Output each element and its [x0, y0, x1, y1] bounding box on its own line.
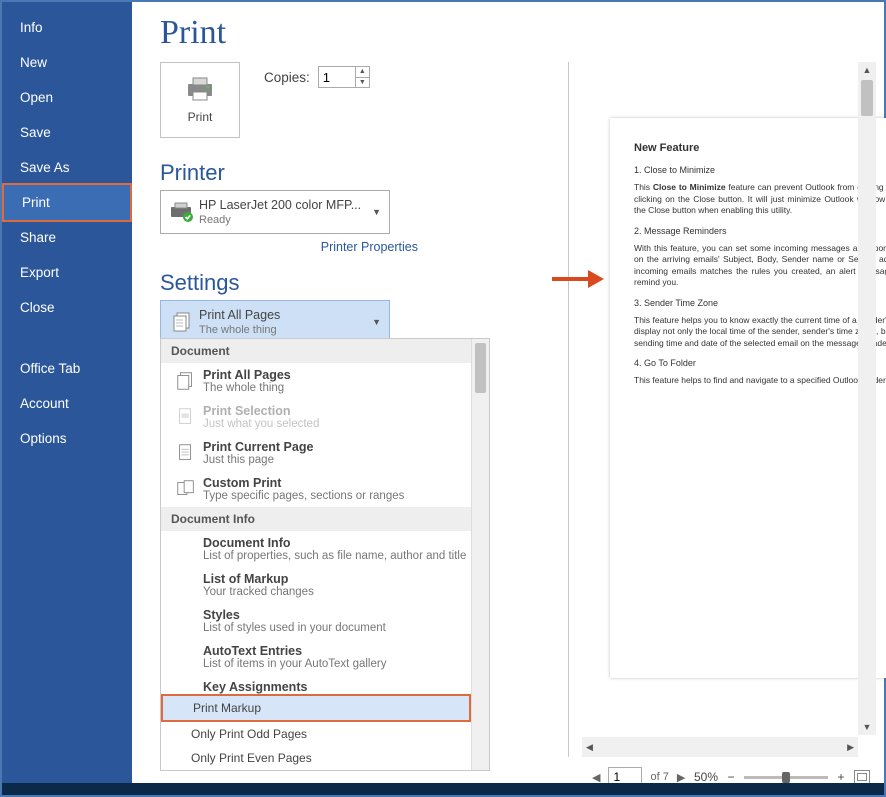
doc-s2: 2. Message Reminders	[634, 225, 886, 237]
doc-s3: 3. Sender Time Zone	[634, 297, 886, 309]
dd-simple-printmarkup[interactable]: Print Markup	[161, 694, 471, 722]
dd-item-styles[interactable]: StylesList of styles used in your docume…	[161, 603, 489, 639]
zoom-controls: 50% − +	[694, 770, 870, 784]
sidebar-item-officetab[interactable]: Office Tab	[2, 351, 132, 386]
printer-icon	[185, 76, 215, 102]
page-icon	[176, 406, 196, 428]
dd-item-docinfo[interactable]: Document InfoList of properties, such as…	[161, 531, 489, 567]
dd-item-print-selection: Print SelectionJust what you selected	[161, 399, 489, 435]
settings-heading: Settings	[160, 270, 240, 295]
doc-p3: This feature helps you to know exactly t…	[634, 315, 886, 349]
dd-simple-oddpages[interactable]: Only Print Odd Pages	[161, 722, 489, 746]
sidebar-item-print[interactable]: Print	[2, 183, 132, 222]
dropdown-scrollbar[interactable]	[471, 339, 489, 770]
preview-page: New Feature 1. Close to Minimize This Cl…	[610, 118, 886, 678]
dd-group-document: Document	[161, 339, 489, 363]
printer-heading: Printer	[160, 160, 225, 185]
zoom-out-button[interactable]: −	[724, 770, 738, 784]
printer-properties-link[interactable]: Printer Properties	[160, 240, 418, 254]
scroll-down-icon[interactable]: ▼	[863, 719, 872, 735]
sidebar-item-open[interactable]: Open	[2, 80, 132, 115]
chevron-down-icon: ▼	[372, 317, 381, 327]
chevron-down-icon: ▼	[372, 207, 381, 217]
scroll-right-icon[interactable]: ▶	[843, 742, 858, 753]
backstage-sidebar: Info New Open Save Save As Print Share E…	[2, 2, 132, 795]
copies-up[interactable]: ▲	[356, 67, 369, 78]
dd-item-listmarkup[interactable]: List of MarkupYour tracked changes	[161, 567, 489, 603]
doc-p4: This feature helps to find and navigate …	[634, 375, 886, 386]
printer-combo[interactable]: HP LaserJet 200 color MFP... Ready ▼	[160, 190, 390, 234]
page-icon	[176, 442, 196, 464]
dd-item-print-all[interactable]: Print All PagesThe whole thing	[161, 363, 489, 399]
copies-input[interactable]	[319, 67, 355, 87]
dd-item-keyassign[interactable]: Key Assignments	[161, 675, 489, 694]
scroll-left-icon[interactable]: ◀	[582, 742, 597, 753]
sidebar-item-options[interactable]: Options	[2, 421, 132, 456]
zoom-pct: 50%	[694, 770, 718, 784]
scroll-up-icon[interactable]: ▲	[863, 62, 872, 78]
sidebar-item-export[interactable]: Export	[2, 255, 132, 290]
sidebar-item-new[interactable]: New	[2, 45, 132, 80]
sidebar-item-close[interactable]: Close	[2, 290, 132, 325]
printer-name: HP LaserJet 200 color MFP...	[199, 198, 361, 214]
page-title: Print	[160, 14, 884, 52]
preview-pane: New Feature 1. Close to Minimize This Cl…	[582, 62, 876, 757]
print-button-label: Print	[188, 110, 213, 124]
printer-small-icon	[170, 202, 196, 222]
settings-dropdown: Document Print All PagesThe whole thing …	[160, 338, 490, 771]
doc-heading: New Feature	[634, 142, 886, 154]
prev-page-icon[interactable]: ◀	[592, 771, 600, 784]
sidebar-item-saveas[interactable]: Save As	[2, 150, 132, 185]
copies-label: Copies:	[264, 70, 310, 85]
zoom-fit-button[interactable]	[854, 770, 870, 784]
next-page-icon[interactable]: ▶	[677, 771, 685, 784]
preview-vscroll[interactable]: ▲ ▼	[858, 62, 876, 735]
dd-simple-evenpages[interactable]: Only Print Even Pages	[161, 746, 489, 770]
sidebar-item-share[interactable]: Share	[2, 220, 132, 255]
sidebar-item-save[interactable]: Save	[2, 115, 132, 150]
annotation-arrow-icon	[552, 270, 604, 288]
zoom-slider[interactable]	[744, 776, 828, 779]
doc-p1: This Close to Minimize feature can preve…	[634, 182, 886, 216]
doc-s1: 1. Close to Minimize	[634, 164, 886, 176]
settings-selected-sub: The whole thing	[199, 324, 280, 336]
page-of-label: of 7	[650, 771, 668, 783]
dd-item-autotext[interactable]: AutoText EntriesList of items in your Au…	[161, 639, 489, 675]
zoom-in-button[interactable]: +	[834, 770, 848, 784]
pages-icon	[171, 310, 195, 334]
dd-group-docinfo: Document Info	[161, 507, 489, 531]
print-button[interactable]: Print	[160, 62, 240, 138]
preview-divider	[568, 62, 569, 757]
preview-hscroll[interactable]: ◀ ▶	[582, 737, 858, 757]
footer-bar	[2, 783, 884, 795]
pages-custom-icon	[174, 478, 198, 500]
copies-down[interactable]: ▼	[356, 78, 369, 88]
doc-p2: With this feature, you can set some inco…	[634, 243, 886, 289]
dd-item-custom-print[interactable]: Custom PrintType specific pages, section…	[161, 471, 489, 507]
pages-icon	[175, 370, 197, 392]
settings-selected-title: Print All Pages	[199, 308, 280, 324]
sidebar-item-info[interactable]: Info	[2, 10, 132, 45]
doc-s4: 4. Go To Folder	[634, 357, 886, 369]
printer-status: Ready	[199, 214, 361, 226]
sidebar-item-account[interactable]: Account	[2, 386, 132, 421]
copies-spinner[interactable]: ▲ ▼	[318, 66, 370, 88]
dd-item-print-current[interactable]: Print Current PageJust this page	[161, 435, 489, 471]
